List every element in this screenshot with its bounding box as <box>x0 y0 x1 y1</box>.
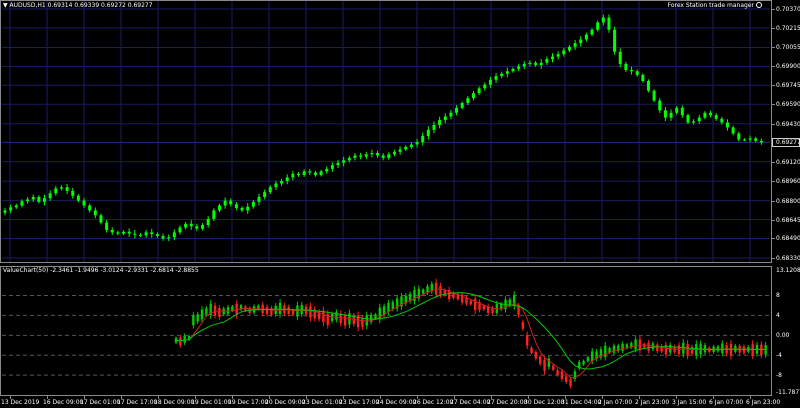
mt4-terminal: ▼ AUDUSD,H1 0.69314 0.69339 0.69272 0.69… <box>0 0 800 408</box>
indicator-axis-label: 13.1208 <box>776 267 800 274</box>
time-axis-label: 6 Jan 07:00 <box>709 399 744 406</box>
indicator-pane[interactable] <box>0 266 772 396</box>
time-axis-label: 2 Jan 23:00 <box>635 399 670 406</box>
price-axis-tick <box>772 123 775 125</box>
price-axis-label: 0.69900 <box>776 63 800 71</box>
price-axis-label: 0.68490 <box>776 235 800 243</box>
indicator-axis-label: -8 <box>776 372 782 380</box>
indicator-axis-label: 0.00 <box>776 332 790 340</box>
price-axis-tick <box>772 85 775 87</box>
trade-manager-label[interactable]: Forex Station trade manager <box>668 2 762 9</box>
price-axis-tick <box>772 9 775 10</box>
price-axis-label: 0.69745 <box>776 82 800 90</box>
price-axis-label: 0.70055 <box>776 44 800 52</box>
price-axis-label: 0.69590 <box>776 101 800 109</box>
time-axis-label: 13 Dec 2019 <box>1 399 40 406</box>
price-axis-label: 0.68645 <box>776 216 800 224</box>
indicator-axis-label: -4 <box>776 352 782 360</box>
price-axis-tick <box>772 200 775 202</box>
time-axis-label: 18 Dec 09:00 <box>154 399 195 406</box>
price-axis-label: 0.70370 <box>776 6 800 13</box>
time-axis-label: 16 Dec 09:00 <box>43 399 84 406</box>
time-axis-label: 6 Jan 23:00 <box>746 399 781 406</box>
time-axis-label: 20 Dec 09:00 <box>265 399 306 406</box>
time-axis-label: 17 Dec 01:00 <box>80 399 121 406</box>
time-axis-label: 3 Jan 15:00 <box>672 399 707 406</box>
time-axis-label: 30 Dec 12:00 <box>524 399 565 406</box>
time-axis-label: 26 Dec 12:00 <box>413 399 454 406</box>
price-axis-label: 0.68800 <box>776 197 800 205</box>
price-axis-tick <box>772 258 775 259</box>
price-axis-label: 0.70215 <box>776 24 800 32</box>
time-axis-label: 24 Dec 09:00 <box>376 399 417 406</box>
indicator-title: ValueChart(50) -2.3461 -1.9496 -3.0124 -… <box>3 267 199 274</box>
time-axis-label: 19 Dec 17:00 <box>228 399 269 406</box>
indicator-axis-label: 4 <box>776 312 780 320</box>
smiley-icon[interactable] <box>756 2 762 8</box>
indicator-axis-label: -11.7877 <box>776 389 800 396</box>
time-axis-label: 23 Dec 01:00 <box>302 399 343 406</box>
current-price-badge: 0.69277 <box>772 138 800 148</box>
price-axis-tick <box>772 47 775 49</box>
price-axis-tick <box>772 104 775 106</box>
time-axis-label: 17 Dec 17:00 <box>117 399 158 406</box>
time-axis-label: 2 Jan 07:00 <box>598 399 633 406</box>
time-axis-label: 27 Dec 20:00 <box>487 399 528 406</box>
time-axis-label: 31 Dec 04:00 <box>561 399 602 406</box>
price-axis-tick <box>772 219 775 221</box>
chart-title: ▼ AUDUSD,H1 0.69314 0.69339 0.69272 0.69… <box>3 2 153 9</box>
price-axis-tick <box>772 27 775 29</box>
price-axis-tick <box>772 66 775 68</box>
time-axis-label: 23 Dec 17:00 <box>339 399 380 406</box>
price-axis-label: 0.69120 <box>776 158 800 166</box>
main-chart-pane[interactable] <box>0 0 772 263</box>
price-axis-tick <box>772 181 775 183</box>
indicator-axis-label: 8 <box>776 292 780 300</box>
price-axis-label: 0.69430 <box>776 120 800 128</box>
price-axis-label: 0.68330 <box>776 255 800 262</box>
time-axis-label: 27 Dec 04:00 <box>450 399 491 406</box>
trade-manager-text: Forex Station trade manager <box>667 2 754 9</box>
time-axis-label: 19 Dec 01:00 <box>191 399 232 406</box>
price-axis-tick <box>772 161 775 163</box>
price-axis-label: 0.68960 <box>776 178 800 186</box>
price-axis-tick <box>772 238 775 240</box>
